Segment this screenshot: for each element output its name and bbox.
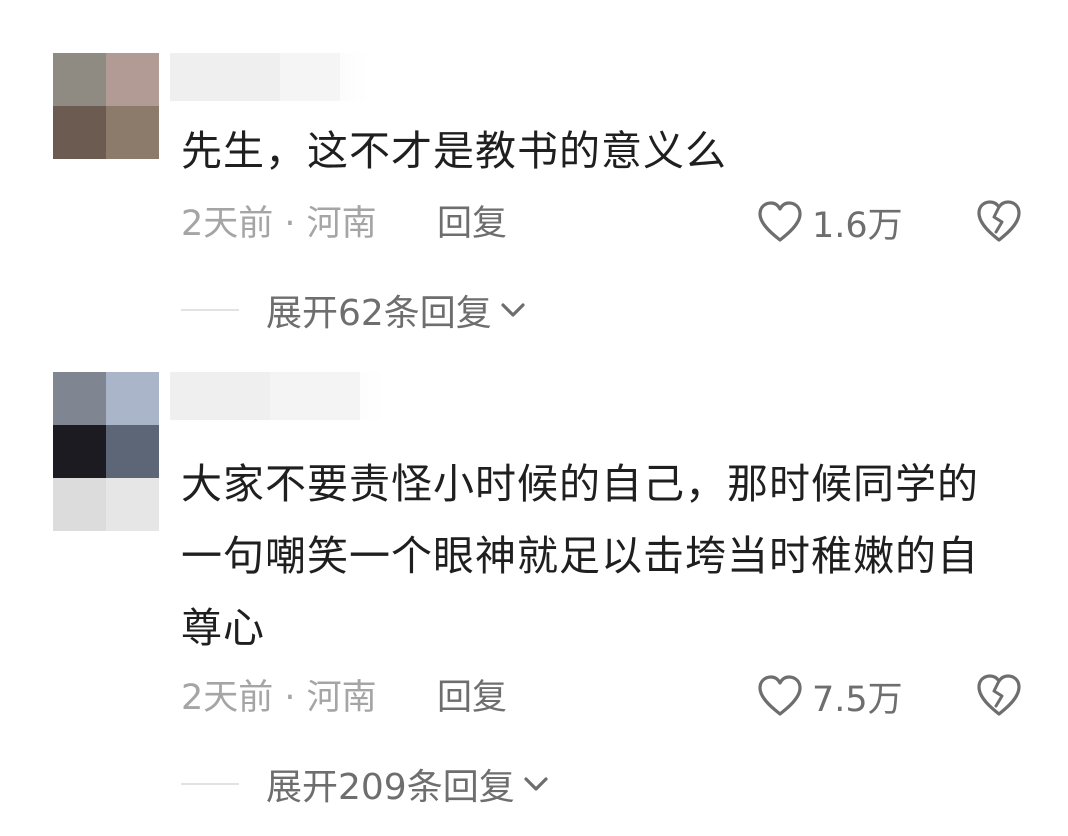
- expand-replies-button[interactable]: 展开209条回复: [181, 762, 551, 808]
- reply-button[interactable]: 回复: [437, 202, 507, 246]
- avatar-pixel: [106, 106, 159, 159]
- comment-meta: 2天前 · 河南: [181, 678, 377, 718]
- chevron-down-icon: [524, 777, 548, 791]
- username-blurred[interactable]: [170, 53, 370, 101]
- avatar-pixel: [106, 478, 159, 531]
- avatar-pixel: [53, 372, 106, 425]
- avatar-pixel: [106, 425, 159, 478]
- like-count: 1.6万: [812, 205, 903, 246]
- avatar[interactable]: [53, 53, 159, 159]
- comment-text: 大家不要责怪小时候的自己，那时候同学的一句嘲笑一个眼神就足以击垮当时稚嫩的自尊心: [181, 460, 979, 652]
- broken-heart-icon: [977, 200, 1021, 242]
- comment-meta: 2天前 · 河南: [181, 204, 377, 244]
- dislike-button[interactable]: [974, 198, 1024, 246]
- expand-replies-button[interactable]: 展开62条回复: [181, 288, 528, 334]
- chevron-down-icon: [501, 303, 525, 317]
- expand-replies-label: 展开209条回复: [266, 767, 515, 808]
- like-button[interactable]: 7.5万: [756, 672, 903, 720]
- like-count: 7.5万: [812, 679, 903, 720]
- heart-outline-icon: [758, 675, 802, 716]
- dislike-button[interactable]: [974, 672, 1024, 720]
- comment-item: 先生，这不才是教书的意义么 2天前 · 河南 回复 1.6万 展开62条回复: [0, 0, 1068, 340]
- avatar-pixel: [53, 478, 106, 531]
- avatar[interactable]: [53, 372, 159, 532]
- avatar-pixel: [53, 425, 106, 478]
- broken-heart-icon: [977, 674, 1021, 716]
- avatar-pixel: [106, 372, 159, 425]
- avatar-pixel: [106, 53, 159, 106]
- divider-line: [181, 783, 239, 785]
- like-button[interactable]: 1.6万: [756, 198, 903, 246]
- expand-replies-label: 展开62条回复: [266, 293, 492, 334]
- heart-outline-icon: [758, 201, 802, 242]
- comment-text: 先生，这不才是教书的意义么: [181, 127, 727, 175]
- comment-item: 大家不要责怪小时候的自己，那时候同学的一句嘲笑一个眼神就足以击垮当时稚嫩的自尊心…: [0, 340, 1068, 836]
- username-blurred[interactable]: [170, 372, 385, 420]
- avatar-pixel: [53, 53, 106, 106]
- avatar-pixel: [53, 106, 106, 159]
- divider-line: [181, 309, 239, 311]
- reply-button[interactable]: 回复: [437, 676, 507, 720]
